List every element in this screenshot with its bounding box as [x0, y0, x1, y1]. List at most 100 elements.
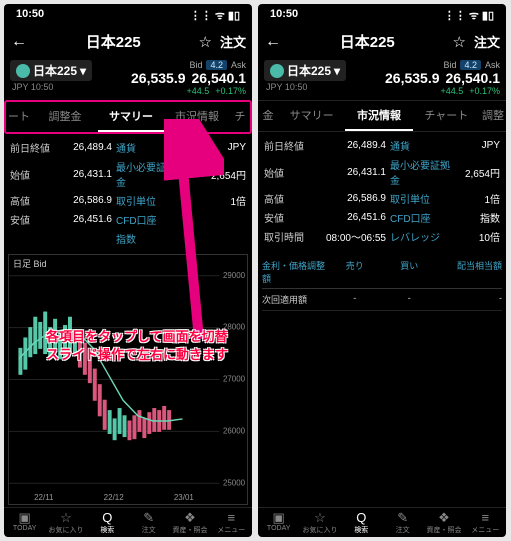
back-button[interactable]: ←: [264, 33, 282, 51]
chart[interactable]: 日足 Bid 29000 28000 27000 26000 25000: [8, 254, 248, 505]
status-icons: ⋮⋮ ᯤ ▮▯: [190, 8, 240, 23]
today-icon: ▣: [273, 511, 285, 524]
row-label2: CFD口座: [116, 212, 180, 227]
row-label: 始値: [264, 165, 312, 180]
row-value: 26,451.6: [312, 212, 390, 223]
change-pct: +0.17%: [469, 86, 500, 96]
bid-price[interactable]: 26,535.9: [385, 70, 440, 86]
favorite-star[interactable]: ☆: [199, 33, 212, 51]
row-label: 安値: [10, 212, 54, 227]
market-grid: 前日終値 26,489.4 通貨 JPY 始値 26,431.1 最小必要証拠金…: [258, 132, 506, 248]
ask-price[interactable]: 26,540.1: [192, 70, 247, 86]
bid-label: Bid: [443, 60, 456, 70]
tab-market-info[interactable]: 市況情報: [345, 101, 412, 131]
svg-text:26000: 26000: [223, 426, 246, 435]
edit-icon: ✎: [397, 511, 408, 524]
change-abs: +44.5: [440, 86, 463, 96]
back-button[interactable]: ←: [10, 33, 28, 51]
tab-chart[interactable]: チャート: [413, 101, 480, 131]
nav-assets[interactable]: ❖資産・照会: [169, 511, 210, 535]
nav-search[interactable]: Q検索: [341, 511, 382, 535]
empty-area: [258, 311, 506, 507]
status-time: 10:50: [16, 8, 44, 23]
spread-badge: 4.2: [206, 60, 227, 70]
tab-adjustment[interactable]: 調整金: [32, 102, 98, 132]
tab-summary[interactable]: サマリー: [278, 101, 345, 131]
row-label: 高値: [10, 193, 54, 208]
menu-icon: ≡: [482, 511, 490, 524]
nav-menu[interactable]: ≡メニュー: [465, 511, 506, 535]
row-value: 26,451.6: [54, 214, 116, 225]
tab-edge-right[interactable]: 調整: [480, 101, 506, 131]
nav-order[interactable]: ✎注文: [128, 511, 169, 535]
ticker-icon: [270, 64, 284, 78]
change-abs: +44.5: [186, 86, 209, 96]
nav-favorites[interactable]: ☆お気に入り: [299, 511, 340, 535]
favorite-star[interactable]: ☆: [453, 33, 466, 51]
ticker-select[interactable]: 日本225 ▾: [264, 60, 346, 81]
page-title: 日本225: [34, 31, 193, 52]
adj-cell: -: [327, 293, 382, 306]
row-value2: 指数: [452, 210, 500, 225]
bid-price[interactable]: 26,535.9: [131, 70, 186, 86]
tab-edge-left[interactable]: ート: [6, 102, 32, 132]
svg-text:27000: 27000: [223, 374, 246, 383]
tab-edge-right[interactable]: チ: [230, 102, 250, 132]
tabs-highlighted: ート 調整金 サマリー 市況情報 チ: [4, 100, 252, 134]
nav-order[interactable]: ✎注文: [382, 511, 423, 535]
row-value2: JPY: [452, 140, 500, 151]
nav-search[interactable]: Q検索: [87, 511, 128, 535]
row-label: 始値: [10, 167, 54, 182]
x-tick: 22/11: [34, 493, 53, 502]
row-value: 26,431.1: [312, 167, 390, 178]
tab-edge-left[interactable]: 金: [258, 101, 278, 131]
summary-grid: 前日終値 26,489.4 通貨 JPY 始値 26,431.1 最小必要証拠金…: [4, 134, 252, 250]
status-bar: 10:50 ⋮⋮ ᯤ ▮▯: [4, 4, 252, 25]
nav-menu[interactable]: ≡メニュー: [211, 511, 252, 535]
ticker-subtitle: JPY 10:50: [264, 82, 346, 92]
signal-icon: ⋮⋮: [444, 9, 466, 22]
row-value: 26,586.9: [312, 193, 390, 204]
star-icon: ☆: [60, 511, 72, 524]
row-value: 26,586.9: [54, 195, 116, 206]
battery-icon: ▮▯: [482, 9, 494, 22]
tab-market-info[interactable]: 市況情報: [164, 102, 230, 132]
tab-summary[interactable]: サマリー: [98, 102, 164, 132]
row-label: 前日終値: [264, 138, 312, 153]
status-icons: ⋮⋮ ᯤ ▮▯: [444, 8, 494, 23]
ask-label: Ask: [485, 60, 500, 70]
ask-price[interactable]: 26,540.1: [446, 70, 501, 86]
battery-icon: ▮▯: [228, 9, 240, 22]
chevron-down-icon: ▾: [334, 64, 340, 78]
chart-title: 日足 Bid: [13, 257, 47, 270]
nav-today[interactable]: ▣TODAY: [4, 511, 45, 535]
order-button[interactable]: 注文: [218, 32, 246, 51]
order-button[interactable]: 注文: [472, 32, 500, 51]
annotation-line1: 各項目をタップして画面を切替: [46, 326, 228, 345]
ticker-select[interactable]: 日本225 ▾: [10, 60, 92, 81]
row-value2: 2,654円: [180, 167, 246, 182]
today-icon: ▣: [19, 511, 31, 524]
title-bar: ← 日本225 ☆ 注文: [4, 25, 252, 58]
row-label: 高値: [264, 191, 312, 206]
adj-header-4: 配当相当額: [437, 259, 502, 285]
row-label: 前日終値: [10, 140, 54, 155]
page-title: 日本225: [288, 31, 447, 52]
nav-today[interactable]: ▣TODAY: [258, 511, 299, 535]
assets-icon: ❖: [438, 511, 450, 524]
row-label: 安値: [264, 210, 312, 225]
row-value2: JPY: [180, 142, 246, 153]
bottom-nav: ▣TODAY ☆お気に入り Q検索 ✎注文 ❖資産・照会 ≡メニュー: [4, 507, 252, 537]
row-label2: 最小必要証拠金: [116, 159, 180, 189]
ask-label: Ask: [231, 60, 246, 70]
edit-icon: ✎: [143, 511, 154, 524]
adjustment-table: 金利・価格調整額 売り 買い 配当相当額 次回適用額 - - -: [262, 256, 502, 311]
status-bar: 10:50 ⋮⋮ ᯤ ▮▯: [258, 4, 506, 25]
nav-assets[interactable]: ❖資産・照会: [423, 511, 464, 535]
nav-favorites[interactable]: ☆お気に入り: [45, 511, 86, 535]
row-value: 26,489.4: [312, 140, 390, 151]
spread-badge: 4.2: [460, 60, 481, 70]
tabs: 金 サマリー 市況情報 チャート 調整: [258, 100, 506, 132]
ticker-row: 日本225 ▾ JPY 10:50 Bid 4.2 Ask 26,535.9 2…: [4, 58, 252, 100]
x-tick: 22/12: [104, 493, 124, 502]
